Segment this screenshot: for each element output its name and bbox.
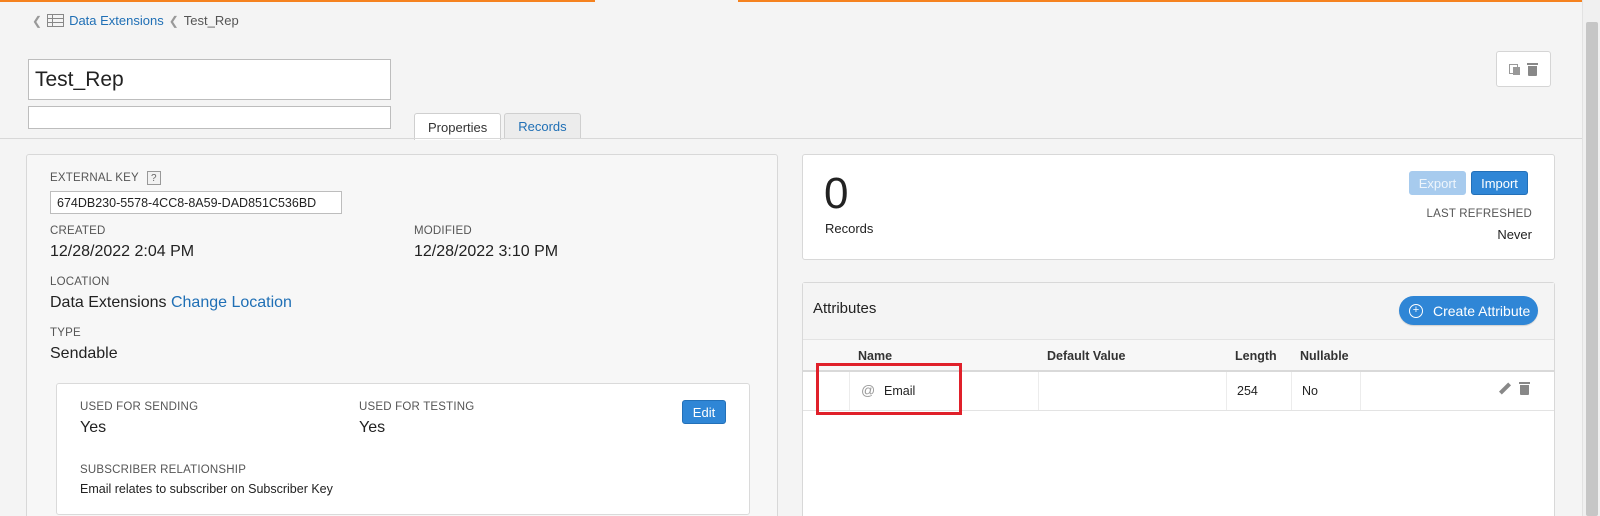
column-header-length[interactable]: Length <box>1235 349 1277 363</box>
help-icon[interactable]: ? <box>146 171 161 185</box>
last-refreshed-value: Never <box>1497 227 1532 242</box>
created-label: CREATED <box>50 225 106 237</box>
attributes-title: Attributes <box>813 300 877 317</box>
tab-records[interactable]: Records <box>504 113 581 139</box>
subscriber-relationship-label: SUBSCRIBER RELATIONSHIP <box>80 464 247 476</box>
import-button[interactable]: Import <box>1471 171 1528 195</box>
column-header-name[interactable]: Name <box>858 349 892 363</box>
tab-divider <box>0 138 1582 139</box>
tab-bar: Properties Records <box>414 113 581 140</box>
records-summary-panel: 0 Records Export Import LAST REFRESHED N… <box>802 154 1555 260</box>
create-attribute-button[interactable]: + Create Attribute <box>1399 296 1538 325</box>
used-for-testing-label: USED FOR TESTING <box>359 401 475 413</box>
modified-value: 12/28/2022 3:10 PM <box>414 243 559 260</box>
delete-icon[interactable] <box>1527 62 1538 76</box>
edit-button[interactable]: Edit <box>682 400 726 424</box>
create-attribute-label: Create Attribute <box>1433 302 1531 319</box>
external-key-field[interactable]: 674DB230-5578-4CC8-8A59-DAD851C536BD <box>50 191 342 214</box>
sendable-settings-card: USED FOR SENDING Yes USED FOR TESTING Ye… <box>56 383 750 515</box>
location-row: Data Extensions Change Location <box>50 294 292 312</box>
vertical-scrollbar[interactable] <box>1582 0 1600 516</box>
record-count: 0 <box>824 169 849 218</box>
attribute-length: 254 <box>1237 384 1258 398</box>
chevron-left-icon: ❮ <box>32 13 43 28</box>
type-value: Sendable <box>50 345 118 362</box>
breadcrumb-current: Test_Rep <box>183 13 239 28</box>
tab-properties[interactable]: Properties <box>414 113 502 140</box>
breadcrumb: ❮ Data Extensions ❮ Test_Rep <box>32 13 239 28</box>
external-key-label: EXTERNAL KEY? <box>50 171 161 185</box>
type-label: TYPE <box>50 327 81 339</box>
location-label: LOCATION <box>50 276 110 288</box>
created-value: 12/28/2022 2:04 PM <box>50 243 195 260</box>
delete-row-icon[interactable] <box>1519 382 1530 395</box>
chevron-left-icon: ❮ <box>168 13 179 28</box>
description-input[interactable] <box>28 106 391 129</box>
plus-icon: + <box>1409 303 1423 318</box>
used-for-testing-value: Yes <box>359 419 386 436</box>
breadcrumb-data-extensions-link[interactable]: Data Extensions <box>69 13 164 28</box>
scrollbar-thumb[interactable] <box>1586 22 1598 516</box>
edit-pencil-icon[interactable] <box>1498 382 1512 395</box>
header-actions <box>1496 51 1551 87</box>
used-for-sending-value: Yes <box>80 419 107 436</box>
record-count-label: Records <box>825 221 874 236</box>
top-accent-bar <box>0 0 1600 2</box>
column-header-default-value[interactable]: Default Value <box>1047 349 1126 363</box>
location-value: Data Extensions <box>50 294 167 311</box>
external-key-label-text: EXTERNAL KEY <box>50 172 139 185</box>
column-header-nullable[interactable]: Nullable <box>1300 349 1349 363</box>
highlight-box <box>816 363 962 415</box>
table-icon <box>47 14 65 27</box>
copy-icon[interactable] <box>1509 63 1521 75</box>
name-input[interactable]: Test_Rep <box>28 59 391 100</box>
properties-panel: EXTERNAL KEY? 674DB230-5578-4CC8-8A59-DA… <box>26 154 778 516</box>
used-for-sending-label: USED FOR SENDING <box>80 401 199 413</box>
last-refreshed-label: LAST REFRESHED <box>1426 208 1532 220</box>
attributes-header: Attributes + Create Attribute <box>803 283 1554 340</box>
subscriber-relationship-value: Email relates to subscriber on Subscribe… <box>80 482 333 496</box>
attribute-nullable: No <box>1302 384 1318 398</box>
export-button[interactable]: Export <box>1409 171 1466 195</box>
modified-label: MODIFIED <box>414 225 472 237</box>
change-location-link[interactable]: Change Location <box>171 294 292 311</box>
